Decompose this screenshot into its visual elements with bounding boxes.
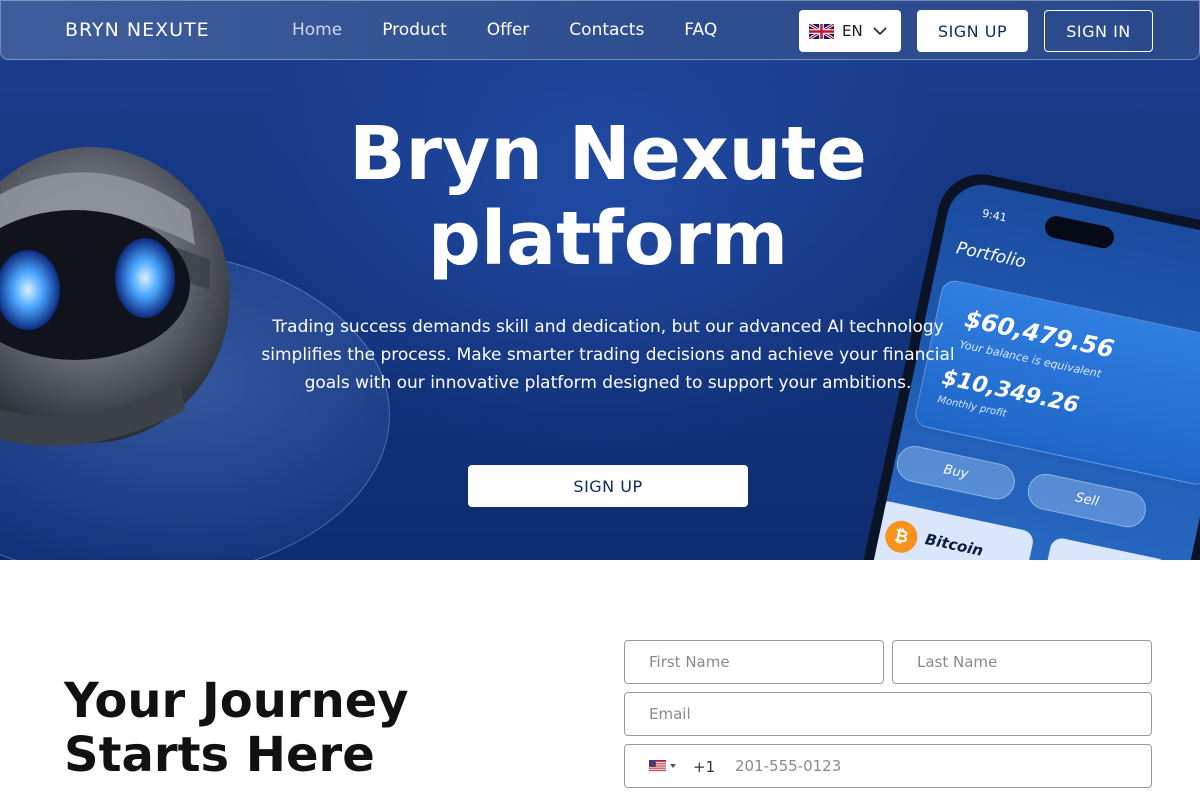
language-selector[interactable]: EN	[799, 10, 901, 52]
top-navbar: BRYN NEXUTE Home Product Offer Contacts …	[0, 0, 1200, 60]
hero-title: Bryn Nexute platform	[300, 112, 916, 282]
us-flag-icon[interactable]	[649, 760, 666, 772]
bitcoin-icon: ₿	[882, 517, 921, 556]
phone-coin-name: Bitcoin	[923, 530, 985, 560]
country-caret-icon[interactable]	[670, 764, 676, 768]
nav-home[interactable]: Home	[292, 20, 342, 40]
phone-dynamic-island	[1043, 214, 1117, 251]
phone-number-input[interactable]	[727, 746, 1147, 786]
email-field[interactable]	[624, 692, 1152, 736]
nav-signup-button[interactable]: SIGN UP	[917, 10, 1028, 52]
nav-signin-button[interactable]: SIGN IN	[1044, 10, 1153, 52]
nav-product[interactable]: Product	[382, 20, 447, 40]
hero-title-line1: Bryn Nexute	[349, 111, 867, 197]
chevron-down-icon	[873, 27, 887, 36]
phone-sell-button: Sell	[1024, 470, 1150, 531]
phone-portfolio-title: Portfolio	[954, 238, 1028, 273]
uk-flag-icon	[809, 23, 834, 39]
journey-heading: Your Journey Starts Here	[64, 673, 409, 783]
nav-contacts[interactable]: Contacts	[569, 20, 644, 40]
robot-head-illustration	[0, 147, 230, 446]
language-code: EN	[842, 22, 863, 40]
phone-country-code: +1	[693, 758, 716, 776]
last-name-field[interactable]	[892, 640, 1152, 684]
hero-section: 9:41 Portfolio $60,479.56 Your balance i…	[0, 0, 1200, 560]
hero-title-line2: platform	[427, 196, 789, 282]
first-name-field[interactable]	[624, 640, 884, 684]
nav-offer[interactable]: Offer	[487, 20, 530, 40]
nav-links: Home Product Offer Contacts FAQ	[292, 20, 757, 40]
phone-time: 9:41	[981, 206, 1008, 225]
phone-field: +1	[624, 744, 1152, 788]
hero-signup-button[interactable]: SIGN UP	[468, 465, 748, 507]
phone-bitcoin-card: ₿ Bitcoin	[861, 499, 1036, 560]
brand-logo[interactable]: BRYN NEXUTE	[65, 19, 210, 41]
nav-faq[interactable]: FAQ	[684, 20, 717, 40]
phone-buy-button: Buy	[893, 442, 1019, 503]
phone-coin-card	[1036, 536, 1171, 560]
hero-description: Trading success demands skill and dedica…	[261, 317, 955, 393]
